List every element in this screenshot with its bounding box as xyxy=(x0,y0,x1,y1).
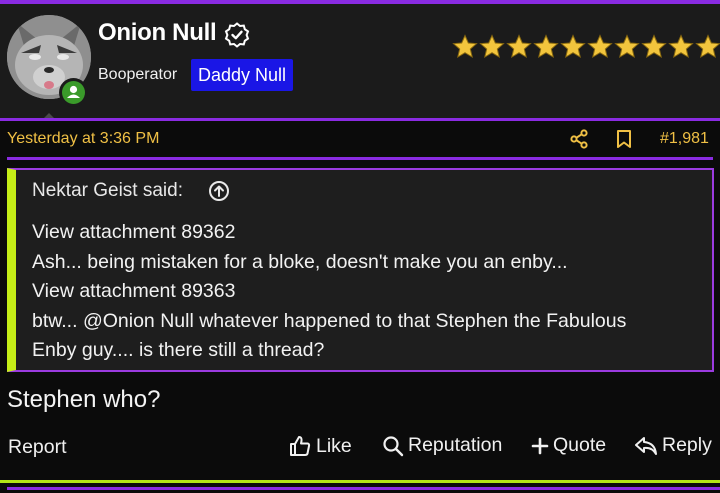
quote-line: btw... @Onion Null whatever happened to … xyxy=(32,309,627,332)
star-icon xyxy=(587,34,613,59)
star-icon xyxy=(452,34,478,59)
arrow-up-circle-icon[interactable] xyxy=(208,180,230,207)
search-icon xyxy=(383,435,404,456)
quote-line: Enby guy.... is there still a thread? xyxy=(32,339,325,361)
post-body: Stephen who? xyxy=(7,386,161,413)
reply-label: Reply xyxy=(662,434,712,456)
attachment-link[interactable]: View attachment 89362 xyxy=(32,218,712,248)
share-icon[interactable] xyxy=(569,129,589,154)
user-banner-badge: Daddy Null xyxy=(191,59,294,91)
report-link[interactable]: Report xyxy=(8,436,67,459)
rating-stars xyxy=(452,34,720,60)
star-icon xyxy=(506,34,532,59)
like-label: Like xyxy=(316,434,352,457)
like-icon xyxy=(290,436,311,456)
quote-block: Nektar Geist said: View attachment 89362… xyxy=(7,168,714,372)
reputation-label: Reputation xyxy=(408,434,503,456)
footer-divider xyxy=(0,480,720,483)
reply-icon xyxy=(635,436,657,455)
online-status-icon xyxy=(59,78,88,107)
reputation-button[interactable]: Reputation xyxy=(382,434,502,457)
quote-line: Ash... being mistaken for a bloke, doesn… xyxy=(32,250,568,273)
user-header: Onion Null Booperator Daddy Null xyxy=(0,4,720,120)
plus-icon xyxy=(531,437,549,454)
quote-content: View attachment 89362 Ash... being mista… xyxy=(32,218,712,366)
star-icon xyxy=(533,34,559,59)
header-divider xyxy=(0,118,720,121)
next-post-divider xyxy=(7,487,720,490)
attachment-link[interactable]: View attachment 89363 xyxy=(32,277,712,307)
star-icon xyxy=(479,34,505,59)
star-icon xyxy=(668,34,694,59)
post-number-link[interactable]: #1,981 xyxy=(660,130,709,148)
quote-button[interactable]: Quote xyxy=(531,434,606,457)
post-date-link[interactable]: Yesterday at 3:36 PM xyxy=(7,130,159,148)
meta-divider xyxy=(7,157,713,160)
star-icon xyxy=(695,34,720,59)
star-icon xyxy=(614,34,640,59)
quote-author[interactable]: Nektar Geist said: xyxy=(32,180,183,202)
star-icon xyxy=(560,34,586,59)
star-icon xyxy=(641,34,667,59)
like-button[interactable]: Like xyxy=(288,434,352,458)
username[interactable]: Onion Null xyxy=(98,19,217,47)
user-title: Booperator xyxy=(98,66,178,83)
quote-label: Quote xyxy=(553,434,607,456)
verified-badge-icon xyxy=(224,22,250,53)
bookmark-icon[interactable] xyxy=(615,129,633,154)
reply-button[interactable]: Reply xyxy=(634,434,712,457)
